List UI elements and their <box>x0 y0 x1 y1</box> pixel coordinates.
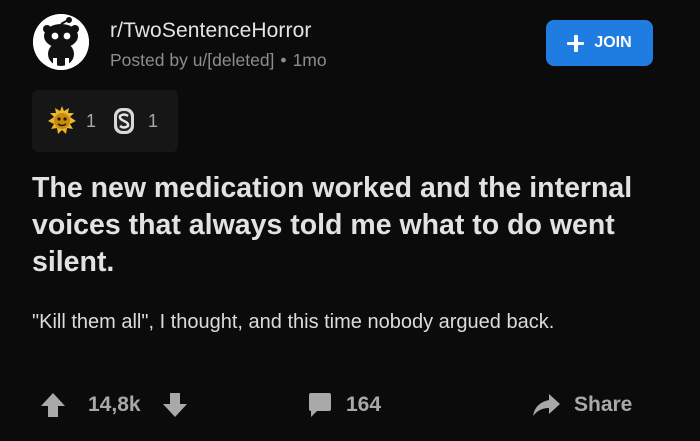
post-age: 1mo <box>292 50 327 70</box>
vote-count: 14,8k <box>88 393 141 416</box>
upvote-button[interactable] <box>38 384 68 426</box>
post-card: r/TwoSentenceHorror Posted by u/[deleted… <box>0 0 700 441</box>
gold-award-count: 1 <box>86 110 97 131</box>
posted-by[interactable]: Posted by u/[deleted] <box>110 50 274 70</box>
gold-award-icon <box>46 105 78 137</box>
post-body: "Kill them all", I thought, and this tim… <box>32 311 555 333</box>
comment-bubble-icon <box>309 393 331 417</box>
share-arrow-icon <box>533 394 560 416</box>
comment-count: 164 <box>346 393 382 416</box>
action-bar: 14,8k 164 Share <box>0 384 700 426</box>
upvote-arrow-icon <box>41 393 65 417</box>
comments-button[interactable]: 164 <box>306 384 381 426</box>
share-button[interactable]: Share <box>530 384 632 426</box>
plus-icon <box>567 34 585 52</box>
join-button[interactable]: JOIN <box>546 20 653 66</box>
meta-separator: • <box>280 50 287 70</box>
subreddit-name[interactable]: r/TwoSentenceHorror <box>110 19 311 43</box>
post-meta: Posted by u/[deleted] • 1mo <box>110 50 327 71</box>
downvote-button[interactable] <box>160 384 190 426</box>
silver-award-icon <box>108 105 140 137</box>
downvote-arrow-icon <box>163 393 187 417</box>
subreddit-avatar[interactable] <box>33 14 89 70</box>
share-label: Share <box>574 393 633 416</box>
silver-award-count: 1 <box>148 110 159 131</box>
awards-bar[interactable]: 1 1 <box>32 90 178 152</box>
join-button-label: JOIN <box>594 34 632 51</box>
snoo-icon <box>33 14 89 70</box>
post-title[interactable]: The new medication worked and the intern… <box>32 170 662 281</box>
